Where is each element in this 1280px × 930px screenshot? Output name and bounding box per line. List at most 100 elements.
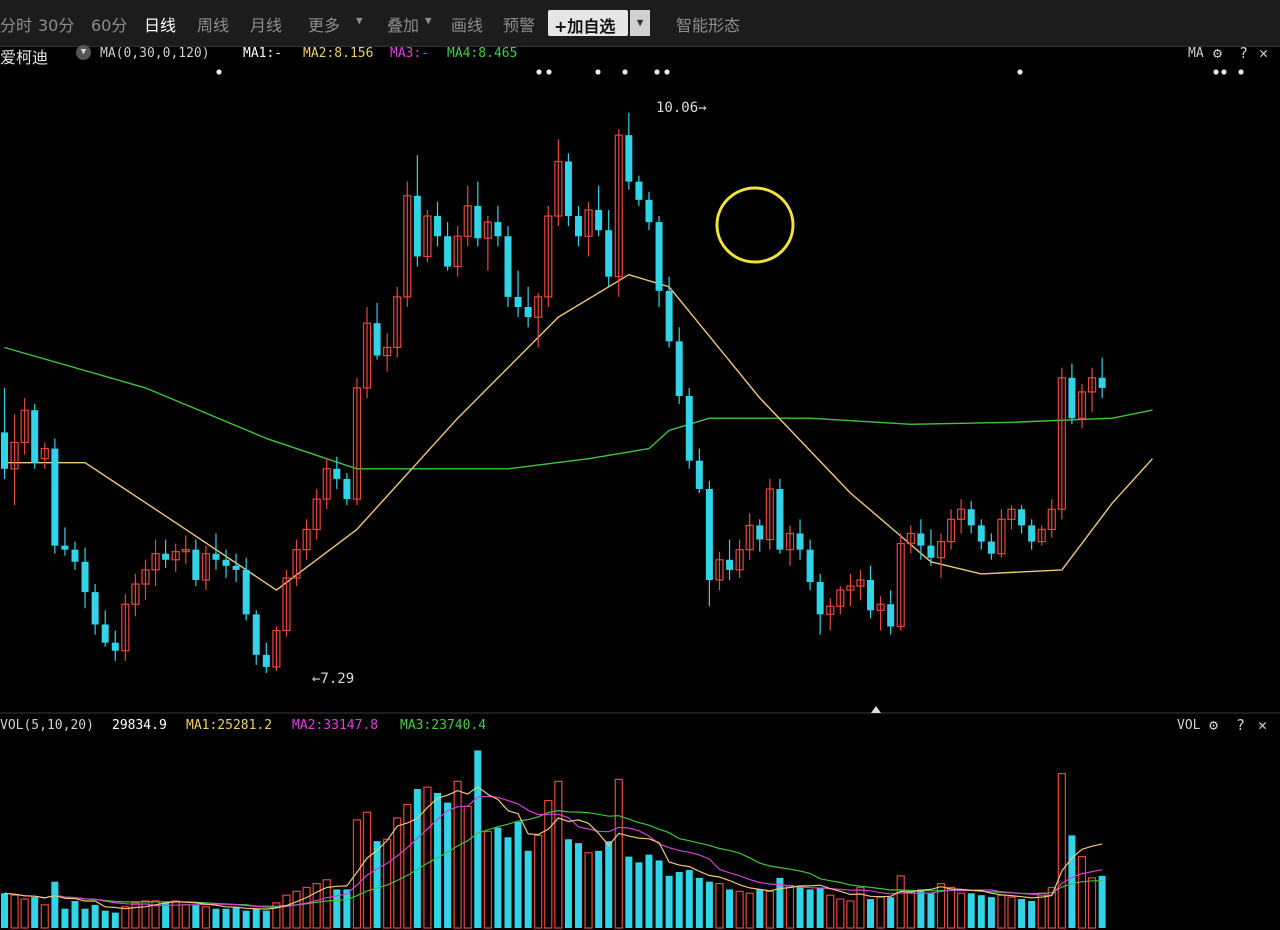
- vol-button[interactable]: VOL: [1177, 718, 1200, 733]
- stock-name: 爱柯迪: [0, 48, 49, 67]
- volume-bar-down: [434, 792, 442, 928]
- volume-bar-up: [20, 898, 29, 929]
- volume-bar-up: [846, 900, 855, 929]
- candle-body-down: [212, 553, 220, 560]
- volume-bar-down: [675, 872, 683, 928]
- tab-3[interactable]: 日线: [144, 12, 176, 36]
- tab-2[interactable]: 60分: [91, 12, 127, 36]
- volume-bar-down: [867, 899, 875, 928]
- chevron-down-icon[interactable]: ▼: [76, 45, 91, 60]
- volume-bar-down: [756, 889, 764, 928]
- candle-body-down: [434, 216, 442, 237]
- volume-bar-down: [1, 893, 8, 928]
- volume-bar-down: [192, 904, 200, 928]
- ma-button[interactable]: MA: [1188, 46, 1204, 61]
- volume-bar-up: [554, 780, 563, 929]
- candle-body-down: [162, 553, 170, 560]
- volume-bar-down: [977, 895, 985, 928]
- volume-bar-down: [524, 850, 532, 928]
- candle-body-down: [655, 222, 663, 291]
- ma1-value: MA1:-: [243, 46, 283, 61]
- vol-ma1: MA1:25281.2: [186, 718, 273, 733]
- volume-bar-up: [201, 906, 210, 929]
- candle-body-down: [685, 395, 693, 461]
- volume-bar-down: [806, 889, 814, 928]
- candle-body-down: [776, 488, 784, 550]
- volume-bar-up: [352, 819, 362, 929]
- tab-4[interactable]: 周线: [197, 12, 229, 36]
- volume-bar-up: [1007, 896, 1016, 929]
- candle-body-down: [343, 478, 351, 500]
- volume-bar-up: [393, 817, 402, 929]
- volume-bar-up: [312, 883, 321, 929]
- close-icon[interactable]: ✕: [1259, 44, 1268, 62]
- candle-body-down: [1068, 377, 1076, 419]
- volume-bar-down: [162, 902, 170, 928]
- volume-bar-down: [222, 908, 230, 928]
- volume-bar-up: [997, 894, 1006, 929]
- candle-body-down: [625, 135, 633, 182]
- candle-body-down: [413, 195, 421, 257]
- candle-body-down: [524, 307, 532, 318]
- candle-body-down: [1, 432, 8, 469]
- tab-9[interactable]: 预警: [503, 12, 535, 36]
- vol-value: 29834.9: [112, 718, 167, 733]
- low-price-label: ←7.29: [312, 671, 354, 687]
- event-marker: [1238, 69, 1244, 75]
- vol-help-icon[interactable]: ?: [1236, 716, 1245, 734]
- event-marker: [536, 69, 542, 75]
- event-marker: [654, 69, 660, 75]
- volume-bar-up: [40, 904, 49, 929]
- candle-body-down: [111, 642, 119, 651]
- vol-ma3: MA3:23740.4: [400, 718, 487, 733]
- volume-bar-up: [292, 890, 301, 929]
- volume-bar-down: [111, 912, 119, 928]
- event-marker: [216, 69, 222, 75]
- volume-bar-down: [665, 875, 673, 928]
- volume-bar-down: [695, 877, 703, 928]
- vol-close-icon[interactable]: ✕: [1258, 716, 1267, 734]
- candle-body-down: [796, 533, 804, 550]
- candle-body-down: [504, 236, 512, 297]
- volume-bar-up: [121, 906, 130, 929]
- volume-bar-up: [614, 778, 623, 929]
- help-icon[interactable]: ?: [1239, 44, 1248, 62]
- vol-gear-icon[interactable]: ⚙: [1209, 716, 1218, 734]
- vol-params: VOL(5,10,20): [0, 718, 94, 733]
- candle-body-down: [705, 488, 713, 580]
- volume-bar-down: [635, 862, 643, 928]
- volume-bar-down: [917, 889, 925, 928]
- candle-body-down: [262, 654, 270, 667]
- volume-bar-up: [1047, 886, 1056, 929]
- tab-0[interactable]: 分时: [0, 12, 32, 36]
- tab-10[interactable]: 智能形态: [676, 12, 740, 36]
- volume-bar-up: [946, 886, 956, 929]
- tab-6[interactable]: 更多: [308, 12, 340, 36]
- volume-bar-up: [1077, 855, 1087, 929]
- volume-bar-up: [463, 805, 472, 929]
- candle-body-down: [51, 448, 59, 546]
- ma3-value: MA3:-: [390, 46, 430, 61]
- candle-body-down: [242, 569, 250, 615]
- volume-bar-down: [1098, 875, 1106, 928]
- tab-5[interactable]: 月线: [250, 12, 282, 36]
- volume-bar-down: [101, 910, 109, 928]
- volume-bar-down: [504, 837, 512, 928]
- tab-8[interactable]: 画线: [451, 12, 483, 36]
- candle-body-down: [977, 525, 985, 542]
- volume-bar-down: [927, 893, 935, 928]
- volume-bar-up: [302, 886, 311, 929]
- candle-body-down: [61, 545, 69, 550]
- volume-bar-up: [362, 811, 372, 929]
- add-to-watchlist-dropdown-icon[interactable]: ▼: [630, 10, 650, 36]
- ma2-value: MA2:8.156: [303, 46, 374, 61]
- tab-7[interactable]: 叠加: [387, 12, 419, 36]
- add-to-watchlist-button[interactable]: +加自选: [548, 10, 628, 36]
- candle-body-down: [333, 468, 341, 479]
- volume-bar-down: [242, 910, 250, 928]
- candle-body-down: [192, 549, 200, 580]
- gear-icon[interactable]: ⚙: [1213, 44, 1222, 62]
- candle-body-down: [31, 410, 39, 463]
- tab-1[interactable]: 30分: [38, 12, 74, 36]
- volume-bar-up: [735, 890, 744, 929]
